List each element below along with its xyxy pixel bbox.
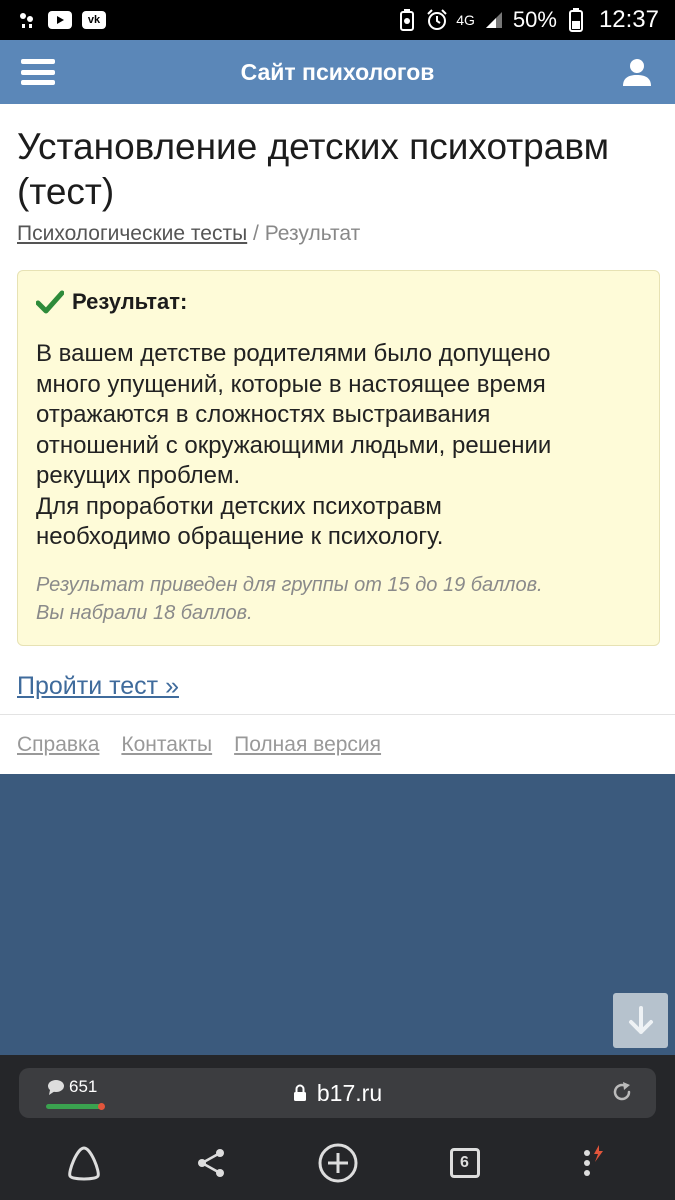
take-test-link[interactable]: Пройти тест » [17,672,179,701]
tabs-button[interactable]: 6 [435,1133,495,1193]
result-text-line: В вашем детстве родителями было допущено [36,340,551,367]
result-heading-row: Результат: [36,289,641,315]
result-text-line: отношений с окружающими людьми, решении [36,431,552,459]
breadcrumb: Психологические тесты / Результат [17,222,659,246]
browser-toolbar: 651 b17.ru 6 [0,1055,675,1200]
result-text-line: много упущений, которые в настоящее врем… [36,370,546,398]
result-note-line: Результат приведен для группы от 15 до 1… [36,573,543,596]
footer-link-contacts[interactable]: Контакты [121,733,212,757]
network-type: 4G [456,12,475,28]
result-note: Результат приведен для группы от 15 до 1… [36,571,641,627]
address-bar[interactable]: 651 b17.ru [19,1068,656,1118]
user-button[interactable] [599,40,675,104]
youtube-icon [48,11,72,29]
browser-nav-bar: 6 [0,1125,675,1200]
share-button[interactable] [181,1133,241,1193]
main-content: Установление детских психотравм (тест) П… [0,104,675,714]
site-title[interactable]: Сайт психологов [76,59,599,86]
notification-icon [16,10,38,30]
url-text: b17.ru [316,1079,383,1106]
page-title: Установление детских психотравм (тест) [17,126,610,212]
more-menu-button[interactable] [562,1133,622,1193]
footer-link-full-version[interactable]: Полная версия [234,733,381,757]
result-text-line: отражаются в сложностях выстраивания [36,401,491,428]
result-text: В вашем детстве родителями было допущено… [36,339,641,553]
clock: 12:37 [598,6,659,33]
tabs-count: 6 [449,1147,480,1178]
result-text-line: Для проработки детских психотравм [36,492,442,520]
alarm-icon [426,9,448,30]
share-icon [197,1148,224,1177]
battery-percent: 50% [512,7,557,32]
battery-icon [565,8,587,32]
breadcrumb-separator: / [247,222,265,245]
alice-button[interactable] [54,1133,114,1193]
reload-icon [613,1082,631,1101]
status-bar: vk 4G 50% 12:37 [0,0,675,40]
more-dots-icon [583,1144,603,1176]
hamburger-icon [21,59,55,85]
checkmark-icon [36,290,64,314]
result-note-line: Вы набрали 18 баллов. [36,601,253,624]
result-text-line: необходимо обращение к психологу. [36,523,444,550]
alice-assistant-icon [67,1145,100,1180]
result-heading: Результат: [72,289,188,314]
footer-link-help[interactable]: Справка [17,733,99,757]
url-display: b17.ru [19,1068,656,1118]
vk-icon: vk [82,11,106,29]
reload-button[interactable] [610,1080,634,1109]
signal-icon [483,10,505,30]
scroll-down-button[interactable] [613,993,668,1048]
result-text-line: рекущих проблем. [36,462,241,489]
lock-icon [293,1084,306,1101]
menu-button[interactable] [0,40,76,104]
arrow-down-icon [628,1005,653,1034]
site-header: Сайт психологов [0,40,675,104]
footer: Справка Контакты Полная версия [0,714,675,774]
breadcrumb-link-tests[interactable]: Психологические тесты [17,222,247,245]
battery-saver-icon [396,9,418,31]
plus-circle-icon [318,1143,357,1182]
new-tab-button[interactable] [308,1133,368,1193]
user-icon [623,59,651,86]
result-box: Результат: В вашем детстве родителями бы… [17,270,660,646]
breadcrumb-current: Результат [264,222,361,245]
